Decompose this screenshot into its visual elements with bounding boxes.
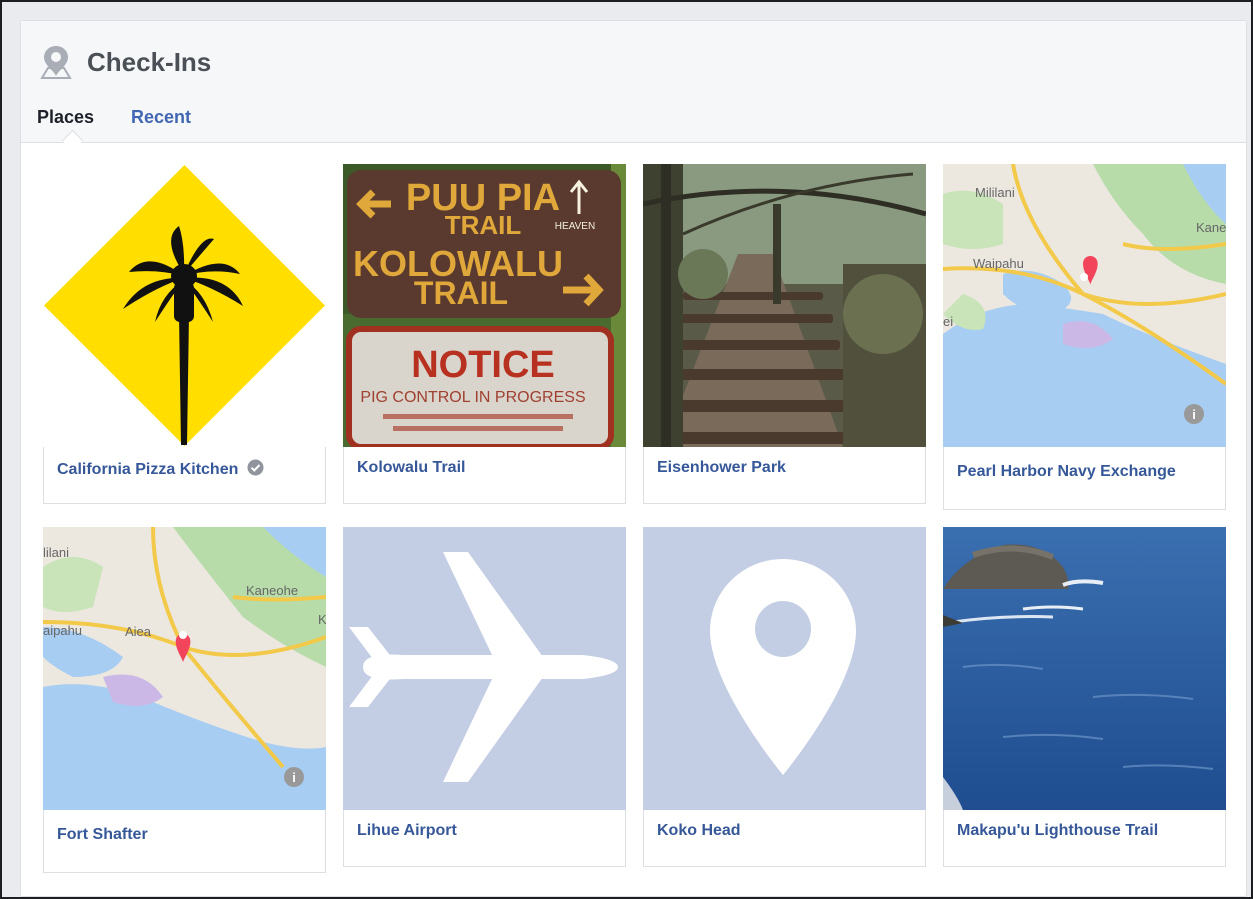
place-name[interactable]: Pearl Harbor Navy Exchange <box>957 463 1176 481</box>
svg-text:TRAIL: TRAIL <box>414 275 508 311</box>
map-pin-icon <box>643 527 926 810</box>
airplane-icon <box>343 527 626 810</box>
map-label: Kaneohe <box>246 583 298 598</box>
svg-text:TRAIL: TRAIL <box>445 210 522 240</box>
place-card[interactable]: Koko Head <box>643 527 926 867</box>
map-label: lilani <box>43 545 69 560</box>
tab-recent[interactable]: Recent <box>131 107 191 128</box>
place-thumbnail <box>343 527 626 810</box>
svg-text:NOTICE: NOTICE <box>411 344 555 386</box>
place-card[interactable]: Makapu'u Lighthouse Trail <box>943 527 1226 867</box>
map-label: aipahu <box>43 623 82 638</box>
place-card[interactable]: i Mililani Kane Waipahu ei Pearl Harbor … <box>943 164 1226 510</box>
map-thumbnail: i lilani Kaneohe aipahu Aiea K <box>43 527 326 810</box>
place-card[interactable]: Lihue Airport <box>343 527 626 867</box>
place-thumbnail: i lilani Kaneohe aipahu Aiea K <box>43 527 326 810</box>
map-label: ei <box>943 314 953 329</box>
map-label: Kane <box>1196 220 1226 235</box>
place-card[interactable]: California Pizza Kitchen <box>43 164 326 504</box>
place-name[interactable]: Fort Shafter <box>57 826 148 844</box>
panel-header: Check-Ins Places Recent <box>21 21 1246 143</box>
forest-steps-photo <box>643 164 926 447</box>
place-thumbnail: PUU PIA TRAIL HEAVEN KOLOWALU TRAIL NOTI… <box>343 164 626 447</box>
place-name[interactable]: Lihue Airport <box>357 822 457 840</box>
place-thumbnail <box>643 527 926 810</box>
place-thumbnail <box>43 164 326 447</box>
place-name[interactable]: California Pizza Kitchen <box>57 459 264 479</box>
place-thumbnail <box>943 527 1226 810</box>
place-card[interactable]: PUU PIA TRAIL HEAVEN KOLOWALU TRAIL NOTI… <box>343 164 626 504</box>
map-label: Aiea <box>125 624 152 639</box>
window-frame: Check-Ins Places Recent California Pizza… <box>0 0 1253 899</box>
trail-sign-photo: PUU PIA TRAIL HEAVEN KOLOWALU TRAIL NOTI… <box>343 164 626 447</box>
place-thumbnail <box>643 164 926 447</box>
ocean-cliff-photo <box>943 527 1226 810</box>
place-card[interactable]: i lilani Kaneohe aipahu Aiea K Fort Shaf… <box>43 527 326 873</box>
verified-badge-icon <box>247 459 264 476</box>
page-title: Check-Ins <box>87 47 212 77</box>
check-ins-panel: Check-Ins Places Recent California Pizza… <box>20 20 1247 897</box>
place-name[interactable]: Kolowalu Trail <box>357 459 465 477</box>
svg-text:i: i <box>1192 407 1196 422</box>
tab-places[interactable]: Places <box>37 107 94 128</box>
svg-text:i: i <box>292 770 296 785</box>
place-card[interactable]: Eisenhower Park <box>643 164 926 504</box>
place-name[interactable]: Koko Head <box>657 822 741 840</box>
place-thumbnail: i Mililani Kane Waipahu ei <box>943 164 1226 447</box>
place-name[interactable]: Eisenhower Park <box>657 459 786 477</box>
map-label: K <box>318 612 326 627</box>
svg-text:PIG CONTROL IN PROGRESS: PIG CONTROL IN PROGRESS <box>360 389 585 406</box>
place-name-text[interactable]: California Pizza Kitchen <box>57 461 238 478</box>
place-name[interactable]: Makapu'u Lighthouse Trail <box>957 822 1158 840</box>
svg-text:HEAVEN: HEAVEN <box>555 221 595 232</box>
map-label: Waipahu <box>973 256 1024 271</box>
map-thumbnail: i Mililani Kane Waipahu ei <box>943 164 1226 447</box>
location-pin-icon <box>40 46 72 79</box>
palm-tree-logo-icon <box>43 164 326 447</box>
map-label: Mililani <box>975 185 1015 200</box>
